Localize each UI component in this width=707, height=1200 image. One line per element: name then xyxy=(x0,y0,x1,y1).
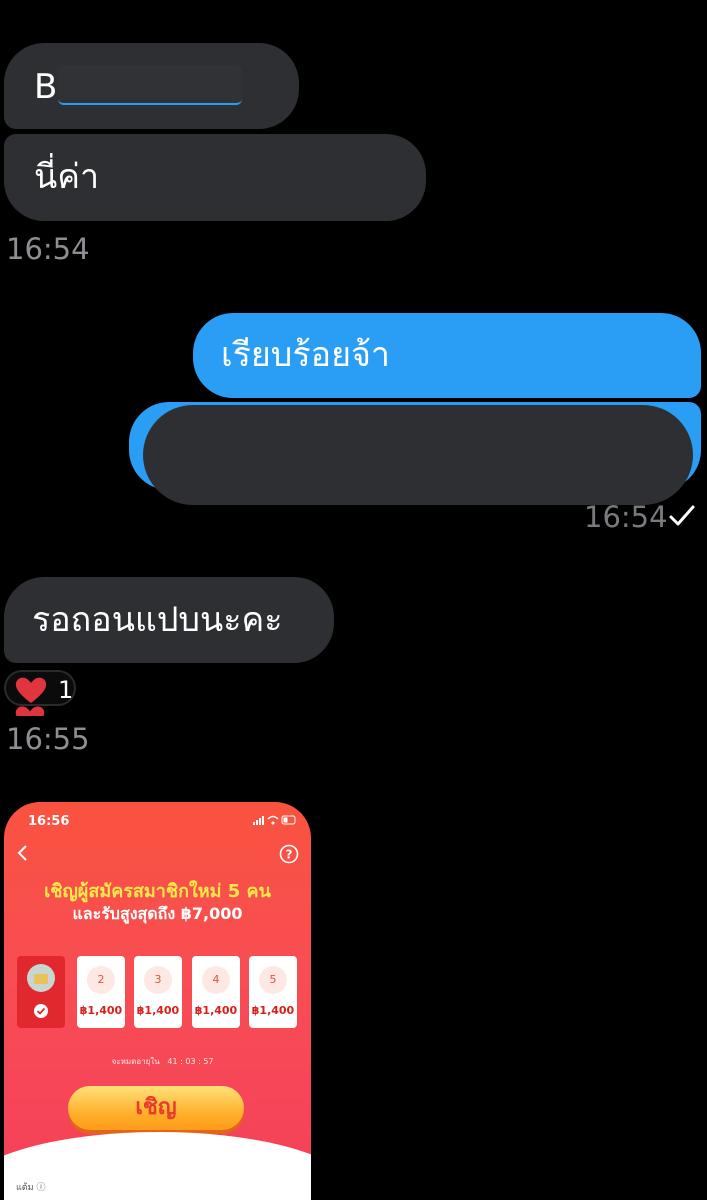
slot-amount: ฿1,400 xyxy=(251,1004,295,1017)
invite-slot: 4 ฿1,400 xyxy=(192,956,240,1028)
reaction-badge[interactable]: 1 xyxy=(4,670,76,706)
sent-check-icon xyxy=(669,505,695,526)
invite-slot: 2 ฿1,400 xyxy=(77,956,125,1028)
help-icon: ? xyxy=(279,844,299,864)
incoming-message-bubble[interactable]: B xyxy=(4,43,299,129)
status-bar-time: 16:56 xyxy=(28,814,70,829)
promo-subline: และรับสูงสุดถึง ฿7,000 xyxy=(72,904,243,923)
status-icons xyxy=(253,815,296,825)
reaction-count: 1 xyxy=(58,676,74,704)
message-text: เรียบร้อยจ้า xyxy=(221,335,391,375)
slot-amount: ฿1,400 xyxy=(136,1004,180,1017)
message-text: รอถอนแปบนะคะ xyxy=(32,600,283,640)
heart-icon xyxy=(14,704,46,716)
promo-headline: เชิญผู้สมัครสมาชิกใหม่ 5 คน xyxy=(44,881,271,902)
user-icon: 5 xyxy=(259,966,287,994)
countdown-label: จะหมดอายุใน xyxy=(111,1057,160,1066)
redacted-message xyxy=(143,405,693,505)
back-arrow-icon xyxy=(17,845,27,861)
message-timestamp: 16:55 xyxy=(6,722,90,756)
message-timestamp: 16:54 xyxy=(6,232,90,266)
points-label: แต้ม ⓘ xyxy=(16,1183,46,1193)
coin-avatar-icon xyxy=(27,964,55,1018)
shared-image[interactable]: 16:56 ? เชิญผู้สมัครสมาชิกใหม่ 5 คน และร… xyxy=(4,802,311,1200)
user-icon: 3 xyxy=(144,966,172,994)
card-bottom-panel xyxy=(4,1132,311,1200)
heart-icon xyxy=(15,677,47,703)
svg-text:?: ? xyxy=(286,848,293,862)
invite-slot: 3 ฿1,400 xyxy=(134,956,182,1028)
countdown-timer: จะหมดอายุใน 41 : 03 : 57 xyxy=(111,1057,214,1066)
slot-amount: ฿1,400 xyxy=(79,1004,123,1017)
invite-slot-completed xyxy=(17,956,65,1028)
message-text: B xyxy=(34,67,58,107)
incoming-message-bubble[interactable]: รอถอนแปบนะคะ xyxy=(4,577,334,663)
slot-amount: ฿1,400 xyxy=(194,1004,238,1017)
user-icon: 2 xyxy=(87,966,115,994)
message-text: นี่ค่า xyxy=(34,157,100,197)
incoming-message-bubble[interactable]: นี่ค่า xyxy=(4,134,426,221)
user-icon: 4 xyxy=(202,966,230,994)
redacted-text xyxy=(58,65,242,105)
outgoing-message-bubble[interactable]: เรียบร้อยจ้า xyxy=(193,313,701,398)
invite-slot: 5 ฿1,400 xyxy=(249,956,297,1028)
message-timestamp: 16:54 xyxy=(584,500,668,534)
invite-button[interactable]: เชิญ xyxy=(68,1086,244,1130)
